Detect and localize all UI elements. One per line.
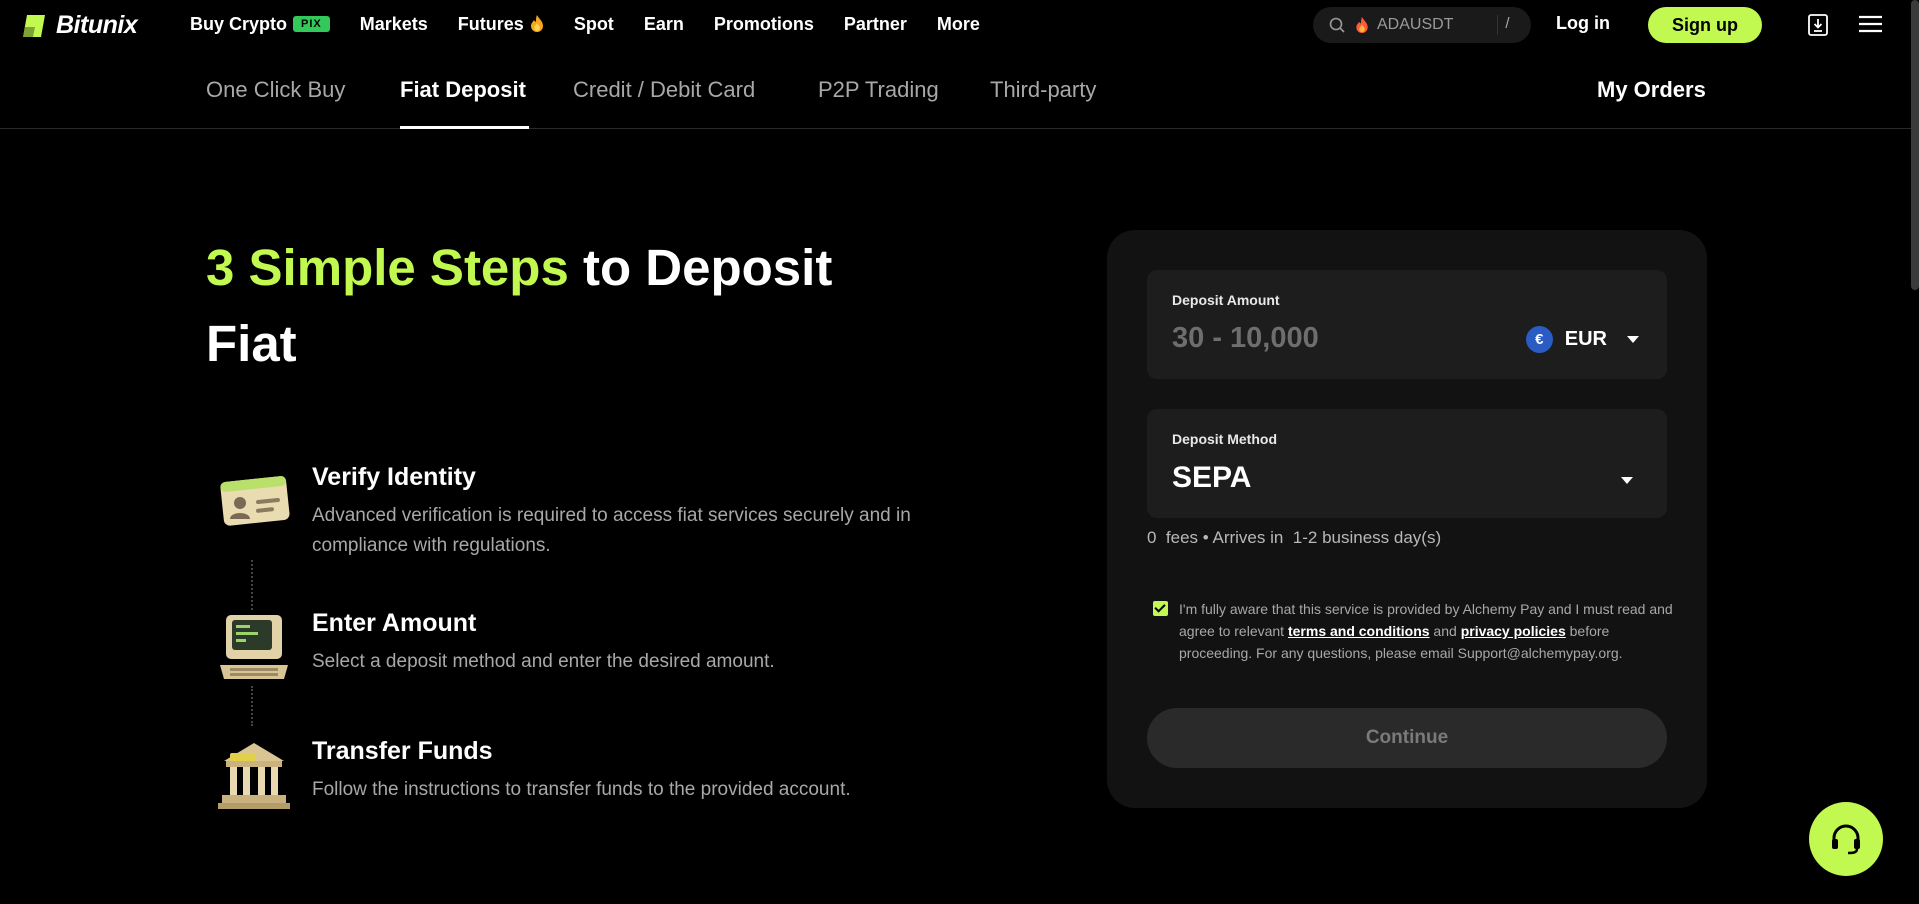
step-description: Follow the instructions to transfer fund… bbox=[312, 779, 851, 800]
search-value: ADAUSDT bbox=[1377, 16, 1454, 33]
tab-third-party[interactable]: Third-party bbox=[990, 77, 1096, 103]
hamburger-menu-icon[interactable] bbox=[1858, 14, 1883, 34]
logo-text: Bitunix bbox=[56, 11, 138, 39]
euro-coin-icon: € bbox=[1525, 326, 1553, 353]
id-card-icon bbox=[220, 476, 290, 526]
nav-spot-label: Spot bbox=[573, 13, 614, 34]
nav-markets[interactable]: Markets bbox=[360, 14, 428, 35]
tab-p2p-trading[interactable]: P2P Trading bbox=[818, 77, 939, 103]
top-navbar: Bitunix Buy Crypto PIX Markets Futures S… bbox=[0, 0, 1919, 48]
step-connector bbox=[251, 686, 253, 726]
hot-fire-icon bbox=[1356, 16, 1368, 33]
bank-icon bbox=[218, 743, 290, 809]
privacy-link[interactable]: privacy policies bbox=[1461, 623, 1566, 639]
deposit-method-field[interactable]: Deposit Method SEPA bbox=[1147, 409, 1667, 518]
nav-futures[interactable]: Futures bbox=[458, 14, 544, 35]
step-connector bbox=[251, 560, 253, 610]
fire-icon bbox=[530, 15, 543, 32]
main-nav: Buy Crypto PIX Markets Futures Spot Earn… bbox=[190, 0, 1010, 48]
tab-credit-debit-card[interactable]: Credit / Debit Card bbox=[573, 77, 755, 103]
currency-code: EUR bbox=[1564, 328, 1607, 350]
step-description: Advanced verification is required to acc… bbox=[312, 505, 911, 556]
support-chat-button[interactable] bbox=[1809, 802, 1883, 876]
agreement-row: I'm fully aware that this service is pro… bbox=[1153, 598, 1673, 664]
nav-markets-label: Markets bbox=[359, 13, 428, 34]
deposit-method-label: Deposit Method bbox=[1172, 431, 1277, 447]
agreement-checkbox[interactable] bbox=[1153, 601, 1168, 616]
deposit-amount-label: Deposit Amount bbox=[1172, 292, 1280, 308]
logo-mark-icon bbox=[23, 14, 45, 37]
search-input[interactable]: ADAUSDT / bbox=[1313, 7, 1531, 43]
pix-badge: PIX bbox=[293, 16, 330, 32]
nav-futures-label: Futures bbox=[457, 13, 524, 34]
tab-fiat-deposit[interactable]: Fiat Deposit bbox=[400, 77, 526, 103]
step-title: Transfer Funds bbox=[312, 737, 493, 765]
page-title: 3 Simple Steps to Deposit Fiat bbox=[206, 230, 906, 382]
terms-link[interactable]: terms and conditions bbox=[1288, 623, 1430, 639]
search-shortcut-key: / bbox=[1497, 15, 1517, 35]
step-title: Enter Amount bbox=[312, 609, 477, 637]
page-title-accent: 3 Simple Steps bbox=[206, 239, 569, 296]
computer-icon bbox=[220, 615, 288, 679]
deposit-form-card: Deposit Amount 30 - 10,000 € EUR Deposit… bbox=[1107, 230, 1707, 808]
agreement-text: I'm fully aware that this service is pro… bbox=[1179, 598, 1673, 664]
nav-partner[interactable]: Partner bbox=[844, 14, 907, 35]
nav-more[interactable]: More bbox=[937, 14, 980, 35]
currency-select[interactable]: € EUR bbox=[1525, 326, 1639, 353]
deposit-method-value: SEPA bbox=[1172, 461, 1252, 494]
step-description: Select a deposit method and enter the de… bbox=[312, 651, 775, 672]
deposit-amount-input[interactable]: 30 - 10,000 bbox=[1172, 322, 1319, 355]
page-scrollbar[interactable] bbox=[1911, 0, 1919, 290]
nav-buy-crypto-label: Buy Crypto bbox=[190, 13, 288, 34]
deposit-amount-field[interactable]: Deposit Amount 30 - 10,000 € EUR bbox=[1147, 270, 1667, 379]
nav-earn[interactable]: Earn bbox=[644, 14, 684, 35]
login-link[interactable]: Log in bbox=[1556, 13, 1610, 34]
continue-button[interactable]: Continue bbox=[1147, 708, 1667, 768]
headset-icon bbox=[1832, 824, 1860, 855]
bitunix-logo[interactable]: Bitunix bbox=[21, 11, 138, 40]
nav-partner-label: Partner bbox=[843, 13, 907, 34]
step-title: Verify Identity bbox=[312, 463, 476, 491]
nav-spot[interactable]: Spot bbox=[574, 14, 614, 35]
download-app-icon[interactable] bbox=[1808, 14, 1828, 36]
search-icon bbox=[1329, 17, 1345, 33]
nav-promotions[interactable]: Promotions bbox=[714, 14, 814, 35]
fee-arrival-info: 0 fees • Arrives in 1-2 business day(s) bbox=[1147, 528, 1442, 547]
signup-button[interactable]: Sign up bbox=[1648, 7, 1762, 43]
chevron-down-icon bbox=[1627, 336, 1639, 343]
nav-earn-label: Earn bbox=[643, 13, 684, 34]
nav-promotions-label: Promotions bbox=[713, 13, 814, 34]
nav-buy-crypto[interactable]: Buy Crypto PIX bbox=[190, 14, 330, 35]
deposit-tabs: One Click Buy Fiat Deposit Credit / Debi… bbox=[0, 48, 1919, 129]
my-orders-link[interactable]: My Orders bbox=[1597, 77, 1706, 103]
nav-more-label: More bbox=[936, 13, 980, 34]
agreement-and: and bbox=[1429, 623, 1461, 639]
active-tab-indicator bbox=[400, 126, 529, 129]
tab-one-click-buy[interactable]: One Click Buy bbox=[206, 77, 345, 103]
chevron-down-icon[interactable] bbox=[1621, 477, 1633, 484]
